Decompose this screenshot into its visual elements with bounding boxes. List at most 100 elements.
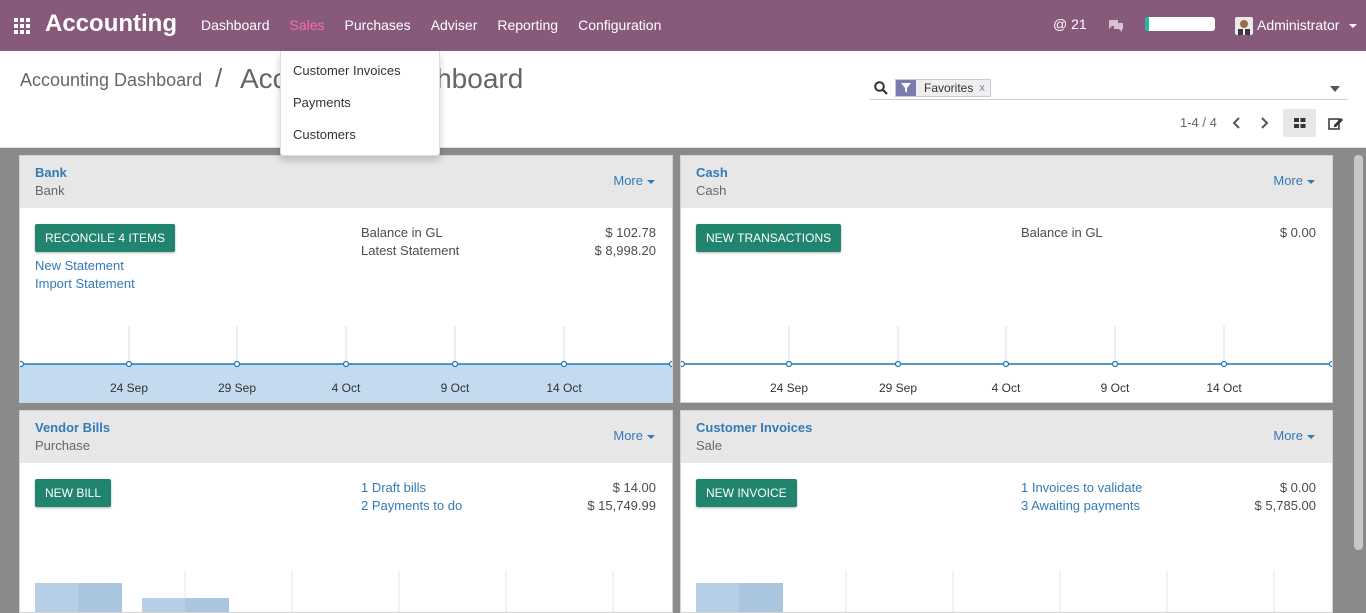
apps-grid-icon[interactable] (14, 18, 30, 34)
axis-tick-label: 24 Sep (770, 381, 808, 395)
control-panel: Accounting Dashboard / Accounting Dashbo… (0, 51, 1366, 148)
axis-tick-label: 14 Oct (1206, 381, 1242, 395)
card-header: Bank Bank More (20, 156, 672, 208)
chart-point (560, 360, 568, 368)
facet-value: Favorites (924, 81, 974, 95)
chart-point (785, 360, 793, 368)
top-navbar: Accounting Dashboard Sales Purchases Adv… (0, 0, 1366, 51)
caret-down-icon (1307, 434, 1315, 439)
latest-statement-value: $ 8,998.20 (594, 243, 656, 258)
axis-tick-label: 29 Sep (218, 381, 256, 395)
more-dropdown[interactable]: More (613, 173, 655, 188)
breadcrumb-parent[interactable]: Accounting Dashboard (20, 70, 202, 91)
card-title[interactable]: Bank (35, 165, 67, 180)
edit-icon (1328, 118, 1343, 130)
menu-purchases[interactable]: Purchases (335, 0, 421, 51)
facet-remove-icon[interactable]: x (979, 82, 990, 94)
chart-bar (35, 583, 78, 612)
caret-down-icon (647, 179, 655, 184)
latest-statement-label: Latest Statement (361, 243, 460, 258)
draft-bills-link[interactable]: 1 Draft bills (361, 480, 426, 495)
pager-previous-icon[interactable] (1230, 115, 1244, 131)
edit-view-button[interactable] (1322, 109, 1348, 137)
more-dropdown[interactable]: More (1273, 428, 1315, 443)
more-label: More (613, 428, 643, 443)
more-dropdown[interactable]: More (613, 428, 655, 443)
more-label: More (1273, 173, 1303, 188)
awaiting-payments-link[interactable]: 3 Awaiting payments (1021, 498, 1140, 513)
pager-value[interactable]: 1-4 / 4 (1180, 115, 1217, 130)
mentions-counter[interactable]: @ 21 (1053, 16, 1087, 32)
user-menu[interactable]: Administrator (1257, 17, 1339, 33)
activity-progress-bar (1145, 17, 1215, 31)
menu-reporting[interactable]: Reporting (487, 0, 568, 51)
menu-sales[interactable]: Sales (280, 0, 335, 51)
balance-line-chart: 24 Sep 29 Sep 4 Oct 9 Oct 14 Oct (681, 326, 1332, 395)
more-dropdown[interactable]: More (1273, 173, 1315, 188)
chart-point (1220, 360, 1228, 368)
caret-down-icon (1307, 179, 1315, 184)
journal-card-bank: Bank Bank More RECONCILE 4 ITEMS New Sta… (19, 155, 673, 403)
menu-configuration[interactable]: Configuration (568, 0, 671, 51)
chart-point (681, 360, 686, 368)
sales-dropdown-menu: Customer Invoices Payments Customers (280, 51, 440, 156)
pager-next-icon[interactable] (1257, 115, 1271, 131)
card-header: Customer Invoices Sale More (681, 411, 1332, 463)
search-bar[interactable]: Favorites x (870, 75, 1348, 100)
balance-gl-value: $ 0.00 (1279, 225, 1316, 240)
reconcile-button[interactable]: RECONCILE 4 ITEMS (35, 224, 176, 252)
chart-point (1002, 360, 1010, 368)
more-label: More (613, 173, 643, 188)
chat-icon[interactable] (1108, 19, 1124, 32)
chart-bar (142, 598, 185, 612)
chart-point (1111, 360, 1119, 368)
chart-bar (739, 583, 783, 612)
new-invoice-button[interactable]: NEW INVOICE (696, 479, 797, 507)
dropdown-item-customers[interactable]: Customers (293, 127, 356, 142)
card-title[interactable]: Vendor Bills (35, 420, 110, 435)
card-subtitle: Sale (696, 438, 723, 453)
user-caret-icon[interactable] (1349, 24, 1357, 28)
card-title[interactable]: Cash (696, 165, 728, 180)
axis-tick-label: 29 Sep (879, 381, 917, 395)
chart-bar (185, 598, 229, 612)
menu-dashboard[interactable]: Dashboard (191, 0, 280, 51)
chart-point (125, 360, 133, 368)
balance-gl-label: Balance in GL (361, 225, 443, 240)
import-statement-link[interactable]: Import Statement (35, 276, 135, 291)
awaiting-payments-value: $ 5,785.00 (1254, 498, 1316, 513)
axis-tick-label: 4 Oct (992, 381, 1021, 395)
breadcrumb-separator: / (215, 63, 223, 93)
card-header: Cash Cash More (681, 156, 1332, 208)
menu-adviser[interactable]: Adviser (421, 0, 488, 51)
chart-point (668, 360, 672, 368)
scrollbar[interactable] (1354, 155, 1363, 550)
main-menu: Dashboard Sales Purchases Adviser Report… (191, 0, 671, 51)
search-facet: Favorites x (895, 79, 991, 97)
dashboard-area: Bank Bank More RECONCILE 4 ITEMS New Sta… (0, 148, 1366, 613)
new-bill-button[interactable]: NEW BILL (35, 479, 112, 507)
dropdown-item-customer-invoices[interactable]: Customer Invoices (293, 63, 401, 78)
balance-gl-value: $ 102.78 (605, 225, 656, 240)
card-header: Vendor Bills Purchase More (20, 411, 672, 463)
journal-card-cash: Cash Cash More NEW TRANSACTIONS Balance … (680, 155, 1333, 403)
dropdown-item-payments[interactable]: Payments (293, 95, 351, 110)
avatar[interactable] (1235, 17, 1253, 35)
kanban-view-button[interactable] (1283, 109, 1316, 137)
invoices-to-validate-value: $ 0.00 (1279, 480, 1316, 495)
invoices-bar-chart (696, 571, 1275, 612)
new-statement-link[interactable]: New Statement (35, 258, 124, 273)
payments-to-do-link[interactable]: 2 Payments to do (361, 498, 462, 513)
caret-down-icon (647, 434, 655, 439)
new-transactions-button[interactable]: NEW TRANSACTIONS (696, 224, 842, 252)
chart-bar (78, 583, 122, 612)
card-title[interactable]: Customer Invoices (696, 420, 812, 435)
search-icon[interactable] (874, 81, 888, 95)
axis-tick-label: 9 Oct (1101, 381, 1130, 395)
chart-point (233, 360, 241, 368)
search-options-caret-icon[interactable] (1330, 86, 1340, 92)
invoices-to-validate-link[interactable]: 1 Invoices to validate (1021, 480, 1142, 495)
chart-point (342, 360, 350, 368)
chart-point (20, 360, 25, 368)
chart-bar (696, 583, 739, 612)
